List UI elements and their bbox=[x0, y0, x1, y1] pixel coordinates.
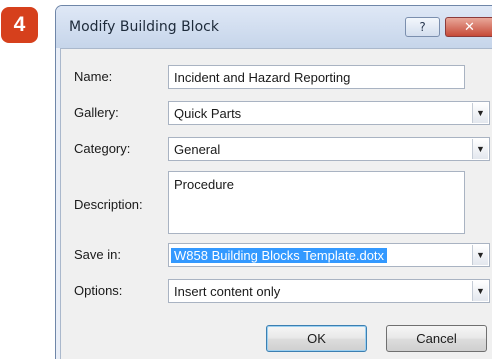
cancel-button[interactable]: Cancel bbox=[386, 325, 487, 352]
description-label: Description: bbox=[74, 197, 143, 212]
category-label: Category: bbox=[74, 141, 131, 156]
gallery-value: Quick Parts bbox=[174, 105, 242, 121]
dialog-titlebar[interactable]: Modify Building Block ? ✕ bbox=[56, 6, 492, 48]
options-dropdown[interactable]: Insert content only ▼ bbox=[168, 279, 490, 303]
dialog-body: Name: Gallery: Quick Parts ▼ Category: G… bbox=[60, 48, 492, 359]
help-icon: ? bbox=[419, 20, 426, 34]
save-in-dropdown[interactable]: W858 Building Blocks Template.dotx ▼ bbox=[168, 243, 490, 267]
modify-building-block-dialog: Modify Building Block ? ✕ Name: Gallery:… bbox=[55, 5, 492, 359]
step-number-badge: 4 bbox=[1, 7, 38, 43]
chevron-down-icon[interactable]: ▼ bbox=[472, 281, 488, 301]
gallery-dropdown[interactable]: Quick Parts ▼ bbox=[168, 101, 490, 125]
category-dropdown[interactable]: General ▼ bbox=[168, 137, 490, 161]
help-button[interactable]: ? bbox=[405, 17, 440, 37]
close-button[interactable]: ✕ bbox=[445, 17, 492, 37]
description-textarea[interactable]: Procedure bbox=[168, 171, 465, 234]
options-label: Options: bbox=[74, 283, 123, 298]
gallery-label: Gallery: bbox=[74, 105, 119, 120]
close-icon: ✕ bbox=[464, 19, 475, 35]
chevron-down-icon[interactable]: ▼ bbox=[472, 139, 488, 159]
name-label: Name: bbox=[74, 69, 113, 84]
save-in-value: W858 Building Blocks Template.dotx bbox=[171, 247, 388, 263]
chevron-down-icon[interactable]: ▼ bbox=[472, 103, 488, 123]
name-input[interactable] bbox=[168, 65, 465, 89]
category-value: General bbox=[174, 141, 221, 157]
ok-button[interactable]: OK bbox=[266, 325, 367, 352]
options-value: Insert content only bbox=[174, 283, 281, 299]
save-in-label: Save in: bbox=[74, 247, 121, 262]
chevron-down-icon[interactable]: ▼ bbox=[472, 245, 488, 265]
dialog-title: Modify Building Block bbox=[69, 19, 219, 35]
